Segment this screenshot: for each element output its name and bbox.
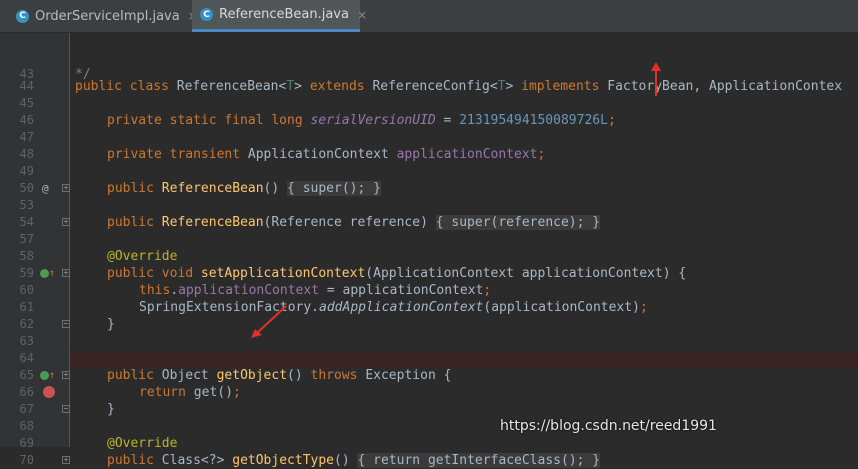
tab-order-service-impl[interactable]: C OrderServiceImpl.java ×	[8, 0, 198, 32]
code-line: 59 ↑ + public void setApplicationContext(Ap…	[0, 265, 858, 282]
line-number[interactable]: 46	[2, 112, 34, 129]
fold-toggle-icon[interactable]: +	[62, 456, 70, 464]
code-text[interactable]: }	[107, 316, 115, 333]
line-number[interactable]: 64	[2, 350, 34, 367]
line-number[interactable]: 66	[2, 384, 34, 401]
fold-toggle-icon[interactable]: −	[62, 320, 70, 328]
code-line: 54 + public ReferenceBean(Reference refere…	[0, 214, 858, 231]
code-text[interactable]: private static final long serialVersionU…	[107, 112, 616, 129]
code-line: 61 SpringExtensionFactory.addApplicationC…	[0, 299, 858, 316]
code-line: 58 @Override	[0, 248, 858, 265]
breakpoint-line-highlight	[70, 351, 858, 368]
code-line: 57	[0, 231, 858, 248]
fold-toggle-icon[interactable]: +	[62, 184, 70, 192]
override-up-arrow-icon[interactable]: ↑	[49, 265, 55, 282]
java-class-icon: C	[16, 9, 29, 23]
code-text[interactable]: this.applicationContext = applicationCon…	[139, 282, 491, 299]
code-text[interactable]: }	[107, 401, 115, 418]
code-text[interactable]: SpringExtensionFactory.addApplicationCon…	[139, 299, 648, 316]
code-line: 67 −}	[0, 401, 858, 418]
java-class-icon: C	[200, 8, 213, 21]
code-line: 49	[0, 163, 858, 180]
line-number[interactable]: 69	[2, 435, 34, 452]
code-line: 62 −}	[0, 316, 858, 333]
line-number[interactable]: 54	[2, 214, 34, 231]
line-number[interactable]: 50	[2, 180, 34, 197]
close-icon[interactable]: ×	[357, 8, 367, 22]
code-text[interactable]: public ReferenceBean(Reference reference…	[107, 214, 601, 231]
code-line: 45	[0, 95, 858, 112]
line-number[interactable]: 47	[2, 129, 34, 146]
line-number[interactable]: 44	[2, 78, 34, 95]
line-number[interactable]: 63	[2, 333, 34, 350]
fold-toggle-icon[interactable]: +	[62, 371, 70, 379]
code-line: 50 @ + public ReferenceBean() { super(); }	[0, 180, 858, 197]
code-line: 48 private transient ApplicationContext a…	[0, 146, 858, 163]
code-line: 68	[0, 418, 858, 435]
code-line: 65 ↑ + public Object getObject() throws Exc…	[0, 367, 858, 384]
code-line: 47	[0, 129, 858, 146]
code-line: 60 this.applicationContext = applicationC…	[0, 282, 858, 299]
code-text[interactable]: return get();	[139, 384, 241, 401]
code-line: 70 + public Class<?> getObjectType() { ret…	[0, 452, 858, 469]
code-text[interactable]: @Override	[107, 248, 177, 265]
implements-method-icon[interactable]	[40, 269, 49, 278]
code-line: 69 @Override	[0, 435, 858, 452]
editor-tab-bar: C OrderServiceImpl.java × C ReferenceBea…	[0, 0, 858, 33]
tab-label: OrderServiceImpl.java	[35, 8, 180, 24]
line-number[interactable]: 49	[2, 163, 34, 180]
line-number[interactable]: 65	[2, 367, 34, 384]
fold-toggle-icon[interactable]: +	[62, 269, 70, 277]
implements-method-icon[interactable]	[40, 371, 49, 380]
override-up-arrow-icon[interactable]: ↑	[49, 367, 55, 384]
line-number[interactable]: 60	[2, 282, 34, 299]
breakpoint-icon[interactable]	[43, 386, 55, 398]
code-line: 66 return get();	[0, 384, 858, 401]
annotation-marker-icon[interactable]: @	[42, 180, 49, 197]
line-number[interactable]: 67	[2, 401, 34, 418]
line-number[interactable]: 62	[2, 316, 34, 333]
code-text[interactable]: public Class<?> getObjectType() { return…	[107, 452, 601, 469]
code-text[interactable]: public Object getObject() throws Excepti…	[107, 367, 451, 384]
code-line: 63	[0, 333, 858, 350]
fold-toggle-icon[interactable]: −	[62, 405, 70, 413]
line-number[interactable]: 58	[2, 248, 34, 265]
fold-toggle-icon[interactable]: +	[62, 218, 70, 226]
code-editor[interactable]: 43 */44 public class ReferenceBean<T> exte…	[0, 33, 858, 468]
line-number[interactable]: 59	[2, 265, 34, 282]
code-text[interactable]: private transient ApplicationContext app…	[107, 146, 545, 163]
code-text[interactable]: public void setApplicationContext(Applic…	[107, 265, 686, 282]
code-text[interactable]: @Override	[107, 435, 177, 452]
line-number[interactable]: 68	[2, 418, 34, 435]
tab-reference-bean[interactable]: C ReferenceBean.java ×	[192, 0, 367, 32]
line-number[interactable]: 57	[2, 231, 34, 248]
tab-label: ReferenceBean.java	[219, 7, 349, 22]
line-number[interactable]: 61	[2, 299, 34, 316]
code-line: 44 public class ReferenceBean<T> extends …	[0, 78, 858, 95]
watermark-text: https://blog.csdn.net/reed1991	[500, 418, 717, 434]
line-number[interactable]: 48	[2, 146, 34, 163]
code-text[interactable]: public ReferenceBean() { super(); }	[107, 180, 381, 197]
line-number[interactable]: 53	[2, 197, 34, 214]
code-text[interactable]: public class ReferenceBean<T> extends Re…	[75, 78, 842, 95]
line-number[interactable]: 45	[2, 95, 34, 112]
line-number[interactable]: 70	[2, 452, 34, 469]
code-line: 46 private static final long serialVersio…	[0, 112, 858, 129]
code-line: 53	[0, 197, 858, 214]
